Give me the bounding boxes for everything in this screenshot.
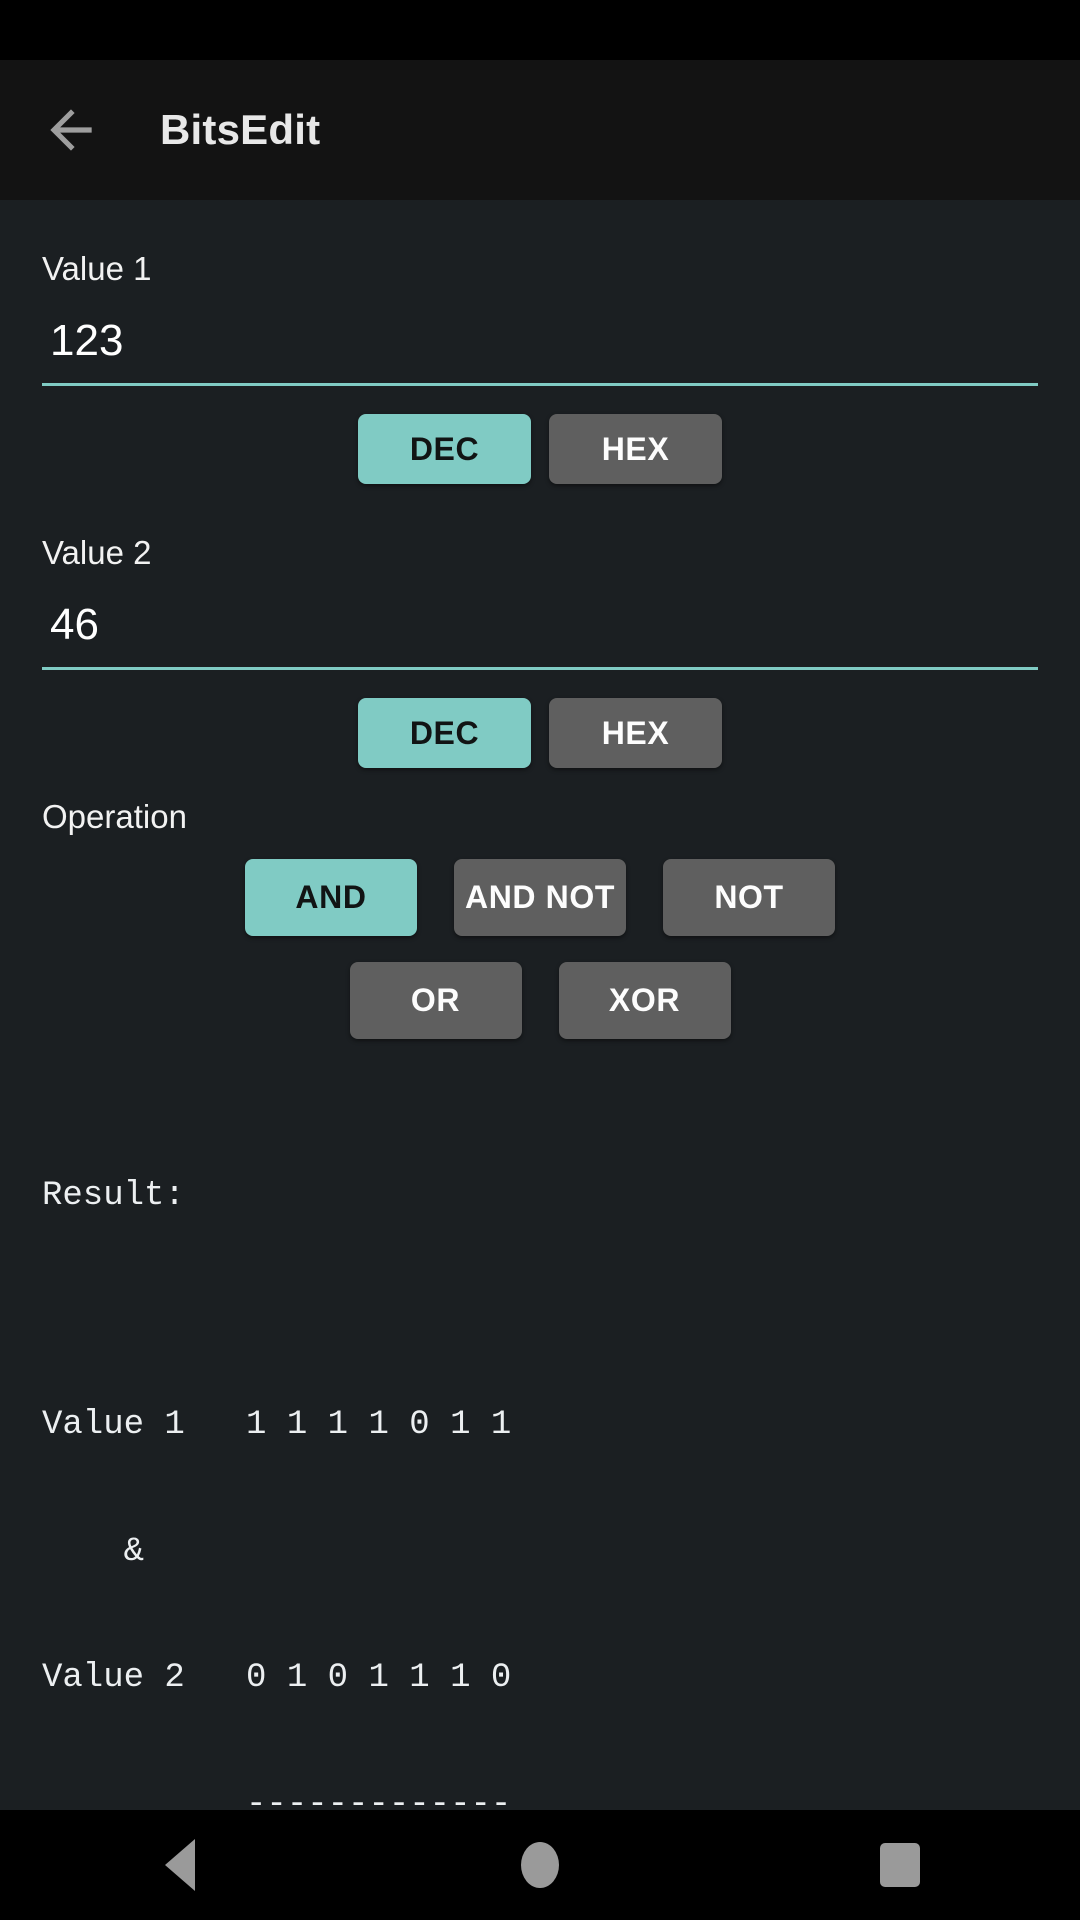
- page-title: BitsEdit: [160, 106, 321, 153]
- result-divider: -------------: [42, 1785, 512, 1811]
- operation-xor-button[interactable]: XOR: [558, 962, 731, 1039]
- value1-hex-button[interactable]: HEX: [549, 414, 722, 484]
- status-bar: [0, 0, 1080, 60]
- main-content: Value 1 123 DEC HEX Value 2 46 DEC HEX O…: [0, 200, 1080, 1810]
- phone-screen: BitsEdit Value 1 123 DEC HEX Value 2 46 …: [0, 0, 1080, 1920]
- value1-label: Value 1: [42, 250, 152, 287]
- result-block: Result: Value 1 1 1 1 1 0 1 1 & Value 2 …: [42, 1091, 1038, 1810]
- operation-or-button[interactable]: OR: [349, 962, 522, 1039]
- operation-label: Operation: [42, 798, 187, 835]
- android-nav-bar: [0, 1810, 1080, 1920]
- value2-input[interactable]: 46: [42, 603, 1038, 670]
- operation-and-not-button[interactable]: AND NOT: [454, 859, 626, 936]
- value1-input[interactable]: 123: [42, 319, 1038, 386]
- value1-dec-button[interactable]: DEC: [358, 414, 531, 484]
- result-operator-symbol: &: [42, 1532, 145, 1571]
- value2-label: Value 2: [42, 534, 152, 571]
- nav-home-circle: [521, 1842, 559, 1888]
- nav-home-icon[interactable]: [360, 1810, 720, 1920]
- result-spacer-1: [42, 1302, 1038, 1320]
- nav-back-icon[interactable]: [0, 1810, 360, 1920]
- nav-recents-icon[interactable]: [720, 1810, 1080, 1920]
- arrow-left-icon[interactable]: [40, 99, 102, 161]
- value2-hex-button[interactable]: HEX: [549, 698, 722, 768]
- operation-row-1: AND AND NOT NOT: [42, 859, 1038, 936]
- value2-base-row: DEC HEX: [42, 698, 1038, 768]
- value1-input-underline: [42, 383, 1038, 386]
- value2-input-text[interactable]: 46: [42, 603, 1038, 667]
- nav-back-triangle: [165, 1839, 195, 1891]
- app-bar: BitsEdit: [0, 60, 1080, 200]
- value2-input-underline: [42, 667, 1038, 670]
- result-heading: Result:: [42, 1177, 185, 1216]
- operation-row-2: OR XOR: [42, 962, 1038, 1039]
- nav-recents-square: [880, 1843, 920, 1887]
- operation-and-button[interactable]: AND: [245, 859, 417, 936]
- value2-dec-button[interactable]: DEC: [358, 698, 531, 768]
- operation-not-button[interactable]: NOT: [663, 859, 835, 936]
- result-value1-bits: Value 1 1 1 1 1 0 1 1: [42, 1406, 512, 1445]
- result-value2-bits: Value 2 0 1 0 1 1 1 0: [42, 1659, 512, 1698]
- value1-input-text[interactable]: 123: [42, 319, 1038, 383]
- value1-base-row: DEC HEX: [42, 414, 1038, 484]
